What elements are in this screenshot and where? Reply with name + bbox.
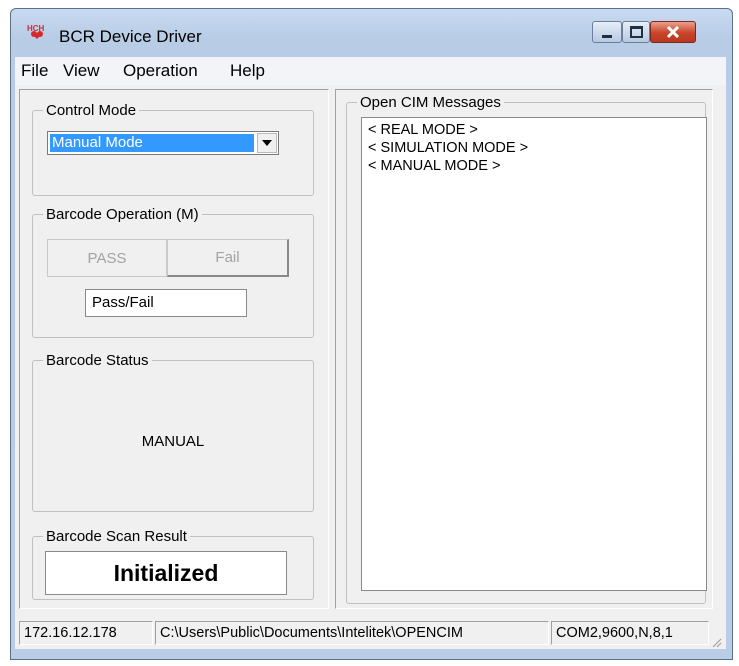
dropdown-arrow-icon[interactable] xyxy=(257,133,277,153)
control-mode-dropdown[interactable]: Manual Mode xyxy=(47,131,279,155)
barcode-operation-group: Barcode Operation (M) PASS Fail Pass/Fai… xyxy=(32,206,314,338)
minimize-icon xyxy=(602,34,612,38)
resize-grip-icon[interactable] xyxy=(710,635,722,648)
messages-label: Open CIM Messages xyxy=(357,94,504,111)
main-window: HCH BCR Device Driver File View Operatio… xyxy=(10,8,733,660)
menu-file[interactable]: File xyxy=(21,61,48,81)
maximize-icon xyxy=(629,26,643,38)
message-item: < REAL MODE > xyxy=(368,122,478,138)
barcode-status-label: Barcode Status xyxy=(43,352,152,369)
left-panel: Control Mode Manual Mode Barcode Operati… xyxy=(19,89,329,609)
control-mode-selected: Manual Mode xyxy=(50,134,254,152)
pass-button[interactable]: PASS xyxy=(47,239,167,277)
menu-bar: File View Operation Help xyxy=(15,57,726,85)
app-icon: HCH xyxy=(27,23,47,43)
pass-fail-field: Pass/Fail xyxy=(85,289,247,317)
status-bar: 172.16.12.178 C:\Users\Public\Documents\… xyxy=(15,611,726,649)
minimize-button[interactable] xyxy=(592,21,622,43)
scan-result-label: Barcode Scan Result xyxy=(43,528,190,545)
title-bar[interactable]: HCH BCR Device Driver xyxy=(11,9,732,57)
status-port: COM2,9600,N,8,1 xyxy=(551,621,709,645)
client-area: Control Mode Manual Mode Barcode Operati… xyxy=(15,85,726,649)
close-button[interactable] xyxy=(650,21,696,43)
scan-result-value: Initialized xyxy=(45,551,287,595)
barcode-status-group: Barcode Status MANUAL xyxy=(32,352,314,512)
status-ip: 172.16.12.178 xyxy=(19,621,153,645)
fail-button[interactable]: Fail xyxy=(167,239,289,277)
control-mode-group: Control Mode Manual Mode xyxy=(32,102,314,196)
barcode-status-value: MANUAL xyxy=(141,433,205,450)
window-title: BCR Device Driver xyxy=(59,27,202,46)
barcode-operation-label: Barcode Operation (M) xyxy=(43,206,202,223)
scan-result-group: Barcode Scan Result Initialized xyxy=(32,528,314,600)
message-item: < SIMULATION MODE > xyxy=(368,140,529,156)
close-icon xyxy=(666,25,680,39)
status-path: C:\Users\Public\Documents\Intelitek\OPEN… xyxy=(155,621,549,645)
right-panel: Open CIM Messages < REAL MODE > < SIMULA… xyxy=(335,89,713,609)
menu-help[interactable]: Help xyxy=(230,61,265,81)
messages-list[interactable]: < REAL MODE > < SIMULATION MODE > < MANU… xyxy=(361,117,707,591)
messages-group: Open CIM Messages < REAL MODE > < SIMULA… xyxy=(346,94,707,604)
control-mode-label: Control Mode xyxy=(43,102,140,119)
menu-operation[interactable]: Operation xyxy=(123,61,198,81)
menu-view[interactable]: View xyxy=(63,61,100,81)
message-item: < MANUAL MODE > xyxy=(368,158,501,174)
maximize-button[interactable] xyxy=(622,21,650,43)
